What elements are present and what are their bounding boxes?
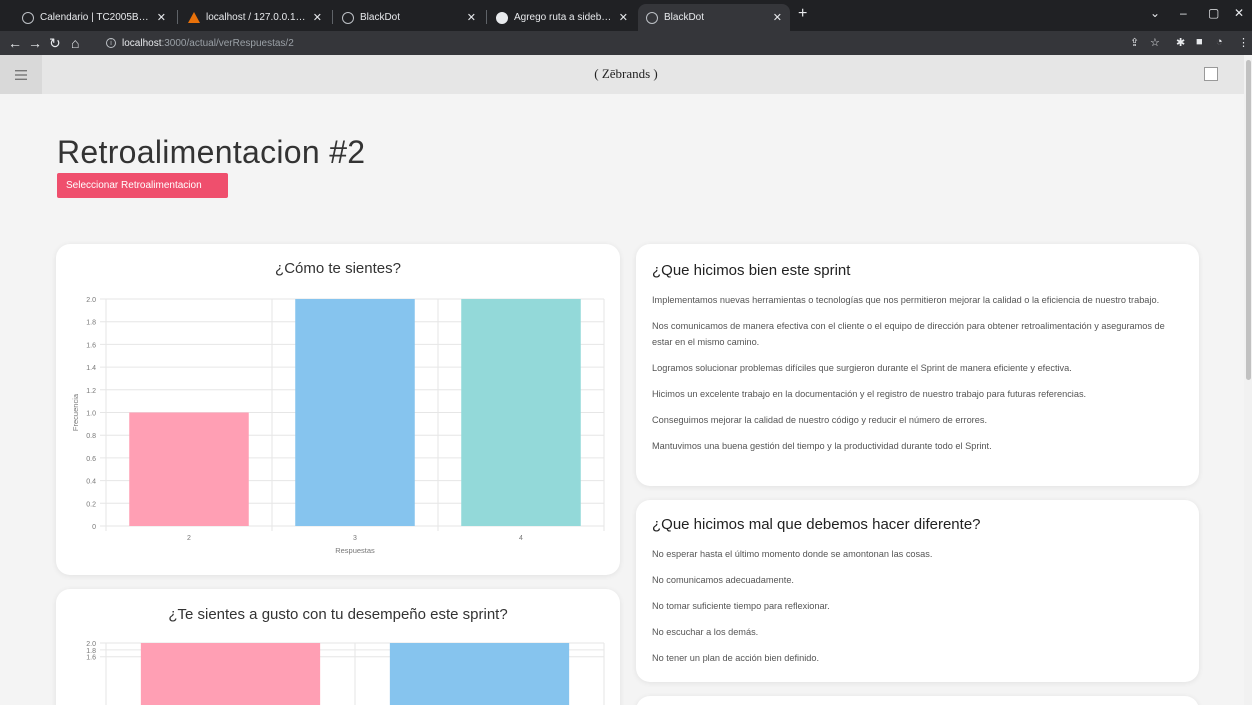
forward-icon[interactable]: → <box>28 35 42 51</box>
y-tick-label: 1.8 <box>86 648 96 655</box>
x-tick-label: 2 <box>187 535 191 542</box>
profile-icon[interactable]: ◔ <box>1216 36 1223 48</box>
tab-label: BlackDot <box>360 12 401 23</box>
bar[interactable] <box>389 643 570 705</box>
phpmyadmin-icon <box>188 12 200 23</box>
y-tick-label: 1.0 <box>86 411 96 418</box>
minimize-icon[interactable]: – <box>1180 6 1187 20</box>
next-card <box>636 696 1199 705</box>
address-bar[interactable]: i localhost:3000/actual/verRespuestas/2 <box>98 34 1118 52</box>
menu-icon[interactable]: ⋮ <box>1238 36 1249 49</box>
y-tick-label: 1.6 <box>86 655 96 662</box>
globe-icon <box>342 11 354 24</box>
close-window-icon[interactable]: ✕ <box>1234 6 1244 20</box>
browser-tabstrip: Calendario | TC2005B Construcci ✕ localh… <box>0 0 1252 31</box>
info-icon[interactable]: i <box>106 38 116 48</box>
globe-icon <box>22 11 34 24</box>
home-icon[interactable]: ⌂ <box>71 35 79 51</box>
app-header: ( Zēbrands ) <box>0 55 1252 94</box>
chart-card: ¿Cómo te sientes? 0 0.2 0.4 0.6 0.8 1.0 1.2 1.4… <box>56 244 620 575</box>
bar[interactable] <box>140 643 321 705</box>
bar[interactable] <box>461 299 581 526</box>
share-icon[interactable]: ⇪ <box>1130 36 1139 49</box>
good-sprint-card: ¿Que hicimos bien este sprint Implementa… <box>636 244 1199 486</box>
list-item: Conseguimos mejorar la calidad de nuestr… <box>652 415 988 425</box>
y-tick-label: 1.8 <box>86 320 96 327</box>
chart-card: ¿Te sientes a gusto con tu desempeño est… <box>56 589 620 705</box>
browser-tab[interactable]: localhost / 127.0.0.1:8000 / black ✕ <box>180 4 330 31</box>
list-item: Mantuvimos una buena gestión del tiempo … <box>652 441 992 451</box>
sidepanel-icon[interactable]: ■ <box>1196 36 1203 48</box>
y-tick-label: 1.4 <box>86 365 96 372</box>
tab-label: Calendario | TC2005B Construcci <box>40 12 151 23</box>
browser-tab-active[interactable]: BlackDot ✕ <box>638 4 790 31</box>
y-tick-label: 2.0 <box>86 297 96 304</box>
close-icon[interactable]: ✕ <box>467 11 476 24</box>
bad-sprint-card: ¿Que hicimos mal que debemos hacer difer… <box>636 500 1199 682</box>
browser-tab[interactable]: Agrego ruta a sidebar by DiegoS ✕ <box>488 4 636 31</box>
card-heading: ¿Que hicimos mal que debemos hacer difer… <box>652 516 981 533</box>
y-tick-label: 1.6 <box>86 342 96 349</box>
bookmark-star-icon[interactable]: ☆ <box>1150 36 1160 49</box>
y-tick-label: 1.2 <box>86 388 96 395</box>
y-tick-label: 0 <box>92 524 96 531</box>
back-icon[interactable]: ← <box>8 35 22 51</box>
browser-tab[interactable]: Calendario | TC2005B Construcci ✕ <box>14 4 174 31</box>
globe-icon <box>646 11 658 24</box>
list-item: No esperar hasta el último momento donde… <box>652 549 933 559</box>
page-title: Retroalimentacion #2 <box>57 134 366 170</box>
x-axis-label: Respuestas <box>335 546 375 555</box>
y-tick-label: 0.4 <box>86 479 96 486</box>
list-item: Implementamos nuevas herramientas o tecn… <box>652 295 1160 305</box>
list-item: No tomar suficiente tiempo para reflexio… <box>652 601 830 611</box>
github-icon <box>496 11 508 24</box>
url-path: :3000/actual/verRespuestas/2 <box>161 37 294 49</box>
bar-chart: 0 0.2 0.4 0.6 0.8 1.0 1.2 1.4 1.6 1.8 2.0 2 3 4 Respue… <box>71 297 605 555</box>
y-tick-label: 0.2 <box>86 501 96 508</box>
x-tick-label: 4 <box>519 535 523 542</box>
tab-label: Agrego ruta a sidebar by DiegoS <box>514 12 613 23</box>
close-icon[interactable]: ✕ <box>619 11 628 24</box>
bad-list: No esperar hasta el último momento donde… <box>652 546 1169 676</box>
tab-search-icon[interactable]: ⌄ <box>1150 6 1160 20</box>
close-icon[interactable]: ✕ <box>313 11 322 24</box>
browser-toolbar: ← → ↻ ⌂ i localhost:3000/actual/verRespu… <box>0 31 1252 55</box>
bar[interactable] <box>129 412 249 527</box>
y-tick-label: 2.0 <box>86 641 96 648</box>
bar-chart: 1.61.82.0 <box>86 641 605 705</box>
close-icon[interactable]: ✕ <box>773 11 782 24</box>
x-tick-label: 3 <box>353 535 357 542</box>
list-item: No comunicamos adecuadamente. <box>652 575 794 585</box>
y-tick-label: 0.8 <box>86 433 96 440</box>
close-icon[interactable]: ✕ <box>157 11 166 24</box>
list-item: No escuchar a los demás. <box>652 627 759 637</box>
list-item: Nos comunicamos de manera efectiva con e… <box>652 321 1165 347</box>
bar[interactable] <box>295 299 415 526</box>
list-item: Hicimos un excelente trabajo en la docum… <box>652 389 1087 399</box>
extensions-icon[interactable]: ✱ <box>1176 36 1185 49</box>
list-item: No tener un plan de acción bien definido… <box>652 653 820 663</box>
reload-icon[interactable]: ↻ <box>49 35 61 51</box>
brand-name: ( Zēbrands ) <box>594 66 658 81</box>
select-feedback-button[interactable]: Seleccionar Retroalimentacion <box>57 173 228 198</box>
avatar[interactable] <box>1204 67 1218 81</box>
tab-label: BlackDot <box>664 12 705 23</box>
good-list: Implementamos nuevas herramientas o tecn… <box>652 292 1169 464</box>
scrollbar-thumb[interactable] <box>1246 60 1251 380</box>
list-item: Logramos solucionar problemas difíciles … <box>652 363 1072 373</box>
new-tab-icon[interactable]: + <box>798 5 807 23</box>
y-tick-label: 0.6 <box>86 456 96 463</box>
browser-tab[interactable]: BlackDot ✕ <box>334 4 484 31</box>
tab-label: localhost / 127.0.0.1:8000 / black <box>206 12 307 23</box>
y-axis-label: Frecuencia <box>71 393 80 431</box>
card-heading: ¿Que hicimos bien este sprint <box>652 262 851 279</box>
restore-icon[interactable]: ▢ <box>1208 6 1219 20</box>
url-host: localhost <box>122 37 162 49</box>
